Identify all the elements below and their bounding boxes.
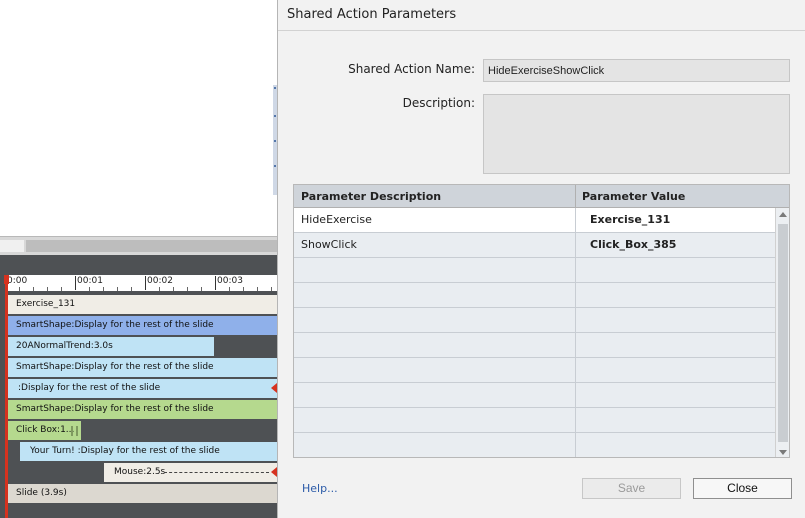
track-label: Your Turn! :Display for the rest of the …: [30, 446, 220, 456]
playhead-handle[interactable]: [4, 275, 9, 284]
table-row[interactable]: HideExercise Exercise_131: [294, 208, 775, 233]
table-row[interactable]: [294, 408, 775, 433]
table-row[interactable]: [294, 333, 775, 358]
parameter-description-cell: HideExercise: [301, 213, 372, 226]
parameter-table: Parameter Description Parameter Value Hi…: [293, 184, 790, 458]
table-header: Parameter Description Parameter Value: [294, 185, 789, 208]
timeline-track[interactable]: Exercise_131: [6, 295, 277, 314]
table-row[interactable]: [294, 283, 775, 308]
track-label: SmartShape:Display for the rest of the s…: [16, 320, 214, 330]
save-button[interactable]: Save: [582, 478, 681, 499]
timeline-track[interactable]: :Display for the rest of the slide: [6, 379, 277, 398]
parameter-description-cell: ShowClick: [301, 238, 357, 251]
table-row[interactable]: [294, 358, 775, 383]
track-label: Slide (3.9s): [16, 488, 67, 498]
track-label: Exercise_131: [16, 299, 76, 309]
dialog-title: Shared Action Parameters: [287, 7, 457, 22]
table-vertical-scrollbar[interactable]: [775, 208, 789, 457]
timeline-track[interactable]: Click Box:1...: [6, 421, 81, 440]
resize-grip-icon[interactable]: [71, 426, 78, 436]
shared-action-parameters-dialog: Shared Action Parameters Shared Action N…: [277, 0, 805, 518]
parameter-value-cell[interactable]: Exercise_131: [590, 208, 670, 232]
timeline-track[interactable]: Your Turn! :Display for the rest of the …: [20, 442, 277, 461]
table-row[interactable]: [294, 433, 775, 457]
table-row[interactable]: ShowClick Click_Box_385: [294, 233, 775, 258]
dashed-line: [164, 472, 269, 473]
shared-action-name-label: Shared Action Name:: [348, 62, 475, 76]
table-row[interactable]: [294, 383, 775, 408]
timeline-track[interactable]: Mouse:2.5s: [104, 463, 277, 482]
help-link[interactable]: Help...: [302, 482, 338, 495]
track-label: SmartShape:Display for the rest of the s…: [16, 362, 214, 372]
stage-canvas: [0, 0, 277, 236]
description-label: Description:: [402, 96, 475, 110]
column-header-parameter-value[interactable]: Parameter Value: [575, 185, 685, 208]
track-label: Mouse:2.5s: [114, 467, 166, 477]
timeline-track[interactable]: 20ANormalTrend:3.0s: [6, 337, 214, 356]
timeline-track[interactable]: SmartShape:Display for the rest of the s…: [6, 358, 277, 377]
timeline-track[interactable]: SmartShape:Display for the rest of the s…: [6, 400, 277, 419]
track-label: SmartShape:Display for the rest of the s…: [16, 404, 214, 414]
track-label: Click Box:1...: [16, 425, 75, 435]
divider: [278, 30, 805, 31]
horizontal-scrollbar[interactable]: [0, 236, 277, 255]
column-header-parameter-description[interactable]: Parameter Description: [294, 185, 441, 208]
scrollbar-thumb[interactable]: [26, 240, 277, 252]
timeline-track[interactable]: Slide (3.9s): [6, 484, 277, 503]
table-row[interactable]: [294, 258, 775, 283]
timeline-track[interactable]: SmartShape:Display for the rest of the s…: [6, 316, 277, 335]
timeline-panel: 0:00 00:01 00:02 00:03 Exercise_131 Smar…: [0, 255, 277, 518]
table-row[interactable]: [294, 308, 775, 333]
timeline-ruler[interactable]: 0:00 00:01 00:02 00:03: [5, 275, 277, 291]
scrollbar-thumb[interactable]: [778, 224, 788, 442]
description-field[interactable]: [483, 94, 790, 174]
track-label: 20ANormalTrend:3.0s: [16, 341, 113, 351]
scrollbar-left-area[interactable]: [0, 240, 24, 252]
track-label: :Display for the rest of the slide: [18, 383, 161, 393]
playhead[interactable]: [5, 275, 8, 518]
scroll-up-arrow-icon[interactable]: [779, 212, 787, 217]
shared-action-name-field[interactable]: HideExerciseShowClick: [483, 59, 790, 82]
scroll-down-arrow-icon[interactable]: [779, 450, 787, 455]
close-button[interactable]: Close: [693, 478, 792, 499]
parameter-value-cell[interactable]: Click_Box_385: [590, 233, 676, 257]
